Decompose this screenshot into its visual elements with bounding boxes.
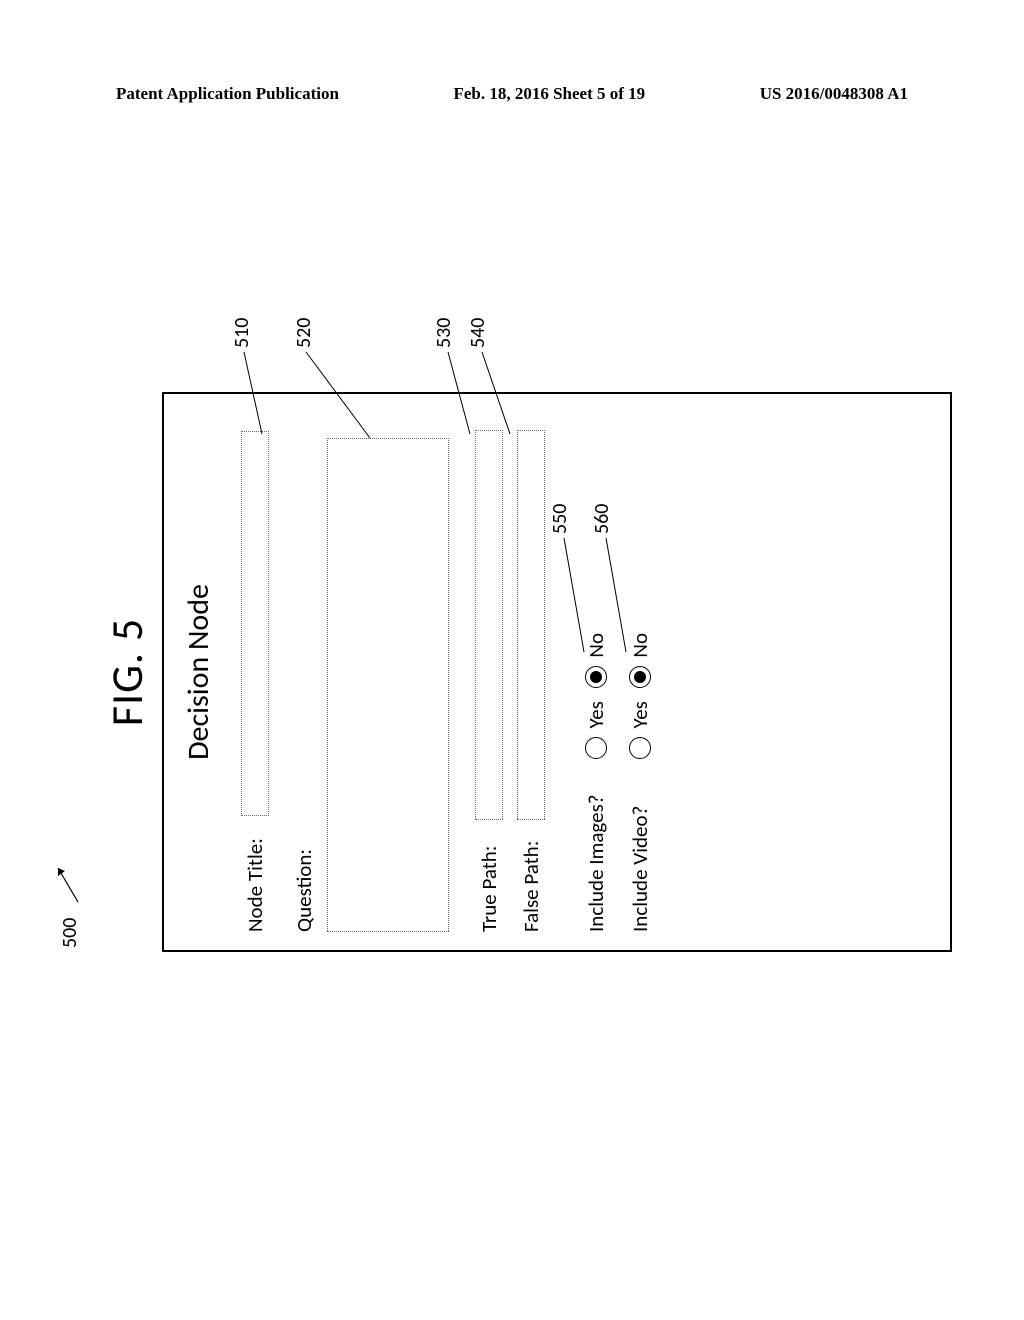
field-question[interactable] — [327, 438, 449, 932]
ref-540: 540 — [466, 318, 490, 348]
figure-title: FIG. 5 — [100, 392, 154, 952]
header-center: Feb. 18, 2016 Sheet 5 of 19 — [453, 84, 645, 104]
ref-530: 530 — [432, 318, 456, 348]
row-node-title: Node Title: — [241, 412, 269, 932]
opt-no-2: No — [627, 633, 653, 658]
label-false-path: False Path: — [518, 824, 544, 932]
field-false-path[interactable] — [517, 430, 545, 820]
arrow-icon — [52, 858, 80, 904]
row-include-video: Include Video? Yes No — [625, 412, 653, 932]
ref-550: 550 — [548, 504, 572, 534]
decision-node-panel: Decision Node Node Title: Question: True… — [162, 392, 952, 952]
opt-yes: Yes — [583, 701, 609, 728]
ref-520: 520 — [292, 318, 316, 348]
row-false-path: False Path: — [517, 412, 545, 932]
figure-ref-row: 500 — [52, 392, 82, 952]
page-header: Patent Application Publication Feb. 18, … — [116, 84, 908, 104]
row-question: Question: — [291, 412, 449, 932]
radio-images-yes[interactable] — [585, 737, 607, 759]
label-node-title: Node Title: — [242, 820, 268, 932]
field-node-title[interactable] — [241, 431, 269, 816]
field-true-path[interactable] — [475, 430, 503, 820]
row-include-images: Include Images? Yes No — [581, 412, 609, 932]
header-left: Patent Application Publication — [116, 84, 339, 104]
ref-510: 510 — [230, 318, 254, 348]
label-include-images: Include Images? — [583, 772, 609, 932]
radio-images-no[interactable] — [585, 666, 607, 688]
opt-no: No — [583, 633, 609, 658]
panel-title: Decision Node — [180, 394, 217, 950]
header-right: US 2016/0048308 A1 — [760, 84, 908, 104]
figure-rotated-container: 500 FIG. 5 Decision Node Node Title: Que… — [52, 392, 972, 952]
row-true-path: True Path: — [475, 412, 503, 932]
radio-video-yes[interactable] — [629, 737, 651, 759]
label-question: Question: — [291, 849, 317, 932]
ref-560: 560 — [590, 504, 614, 534]
ref-500: 500 — [58, 918, 82, 948]
label-include-video: Include Video? — [627, 772, 653, 932]
label-true-path: True Path: — [476, 824, 502, 932]
radio-video-no[interactable] — [629, 666, 651, 688]
opt-yes-2: Yes — [627, 701, 653, 728]
